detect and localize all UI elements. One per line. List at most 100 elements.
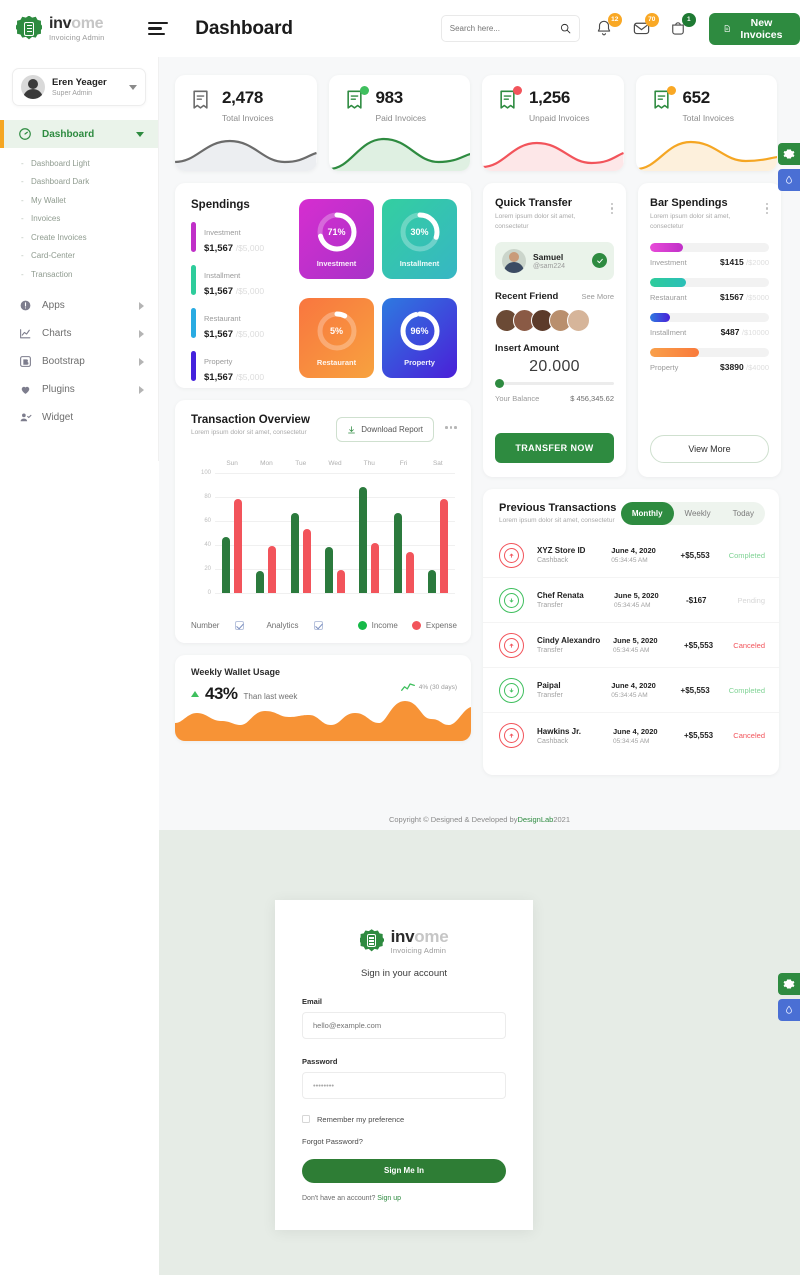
chart-bar-expense[interactable] [371, 542, 380, 593]
transaction-party: Chef Renata Transfer [537, 591, 614, 609]
chevron-right-icon[interactable] [139, 301, 144, 310]
quick-transfer-options-button[interactable] [610, 203, 613, 215]
progress-fill [650, 312, 671, 322]
tab-weekly[interactable]: Weekly [674, 502, 722, 525]
chevron-right-icon[interactable] [139, 385, 144, 394]
user-profile-card[interactable]: Eren Yeager Super Admin [12, 68, 146, 106]
selected-recipient[interactable]: Samuel @sam224 [495, 241, 614, 280]
remember-checkbox[interactable] [302, 1115, 310, 1123]
sign-up-link[interactable]: Sign up [377, 1195, 401, 1202]
donut-installment[interactable]: 30% Installment [382, 199, 457, 279]
table-row[interactable]: Hawkins Jr. Cashback June 4, 2020 05:34:45 … [483, 713, 779, 758]
stat-card-paid-invoices[interactable]: 983 Paid Invoices [328, 75, 470, 171]
search-icon[interactable] [560, 23, 571, 34]
chevron-down-icon[interactable] [136, 131, 144, 137]
transaction-type: Transfer [537, 692, 563, 699]
invoice-icon [191, 89, 211, 111]
sidebar-subitem-create-invoices[interactable]: - Create Invoices [0, 228, 158, 247]
stat-card-total-invoices-2[interactable]: 652 Total Invoices [635, 75, 777, 171]
email-field[interactable] [302, 1011, 506, 1039]
cart-button[interactable]: 1 [669, 12, 696, 40]
download-report-button[interactable]: Download Report [336, 417, 434, 442]
chart-bar-expense[interactable] [302, 529, 311, 593]
table-row[interactable]: Chef Renata Transfer June 5, 2020 05:34:45 … [483, 578, 779, 623]
amount-slider[interactable] [495, 378, 614, 388]
analytics-checkbox[interactable] [314, 621, 324, 630]
chart-bar-expense[interactable] [268, 546, 277, 593]
transfer-now-button[interactable]: TRANSFER NOW [495, 433, 614, 463]
view-more-button[interactable]: View More [650, 435, 769, 463]
sidebar-subitem-label: Invoices [31, 214, 61, 224]
password-field[interactable] [302, 1071, 506, 1099]
stat-card-total-invoices[interactable]: 2,478 Total Invoices [175, 75, 317, 171]
sidebar-item-apps[interactable]: Apps [0, 292, 158, 320]
chevron-right-icon[interactable] [139, 329, 144, 338]
theme-fab-button-2[interactable] [778, 999, 800, 1021]
sidebar-subitem-my-wallet[interactable]: - My Wallet [0, 191, 158, 210]
progress-track [650, 242, 769, 252]
donut-property[interactable]: 96% Property [382, 297, 457, 378]
number-checkbox[interactable] [235, 621, 245, 630]
chart-bar-income[interactable] [393, 512, 402, 593]
table-row[interactable]: Cindy Alexandro Transfer June 5, 2020 05:34… [483, 623, 779, 668]
stat-label: Total Invoices [222, 113, 274, 123]
more-options-button[interactable] [445, 426, 457, 429]
friend-avatar[interactable] [567, 308, 590, 332]
sidebar-item-plugins[interactable]: Plugins [0, 376, 158, 404]
sidebar-subitem-dashboard-dark[interactable]: - Dashboard Dark [0, 173, 158, 192]
tab-today[interactable]: Today [722, 502, 765, 525]
chart-bar-income[interactable] [427, 570, 436, 593]
slider-knob[interactable] [495, 378, 504, 388]
chart-bar-expense[interactable] [439, 499, 448, 593]
table-row[interactable]: Paipal Transfer June 4, 2020 05:34:45 AM +$5… [483, 668, 779, 713]
chart-bar-expense[interactable] [405, 552, 414, 593]
forgot-password-link[interactable]: Forgot Password? [302, 1137, 506, 1146]
bar-spending-value: $487 [720, 326, 740, 337]
bar-spendings-options-button[interactable] [765, 203, 768, 215]
chart-bar-income[interactable] [359, 487, 368, 593]
chart-bar-income[interactable] [222, 536, 231, 593]
sidebar-subitem-dashboard-light[interactable]: - Dashboard Light [0, 154, 158, 173]
table-row[interactable]: XYZ Store ID Cashback June 4, 2020 05:34:45… [483, 533, 779, 578]
new-invoices-button[interactable]: New Invoices [708, 12, 800, 45]
sidebar-subitem-transaction[interactable]: - Transaction [0, 265, 158, 284]
sidebar-item-widget[interactable]: Widget [0, 404, 158, 432]
settings-fab-button-2[interactable] [778, 973, 800, 995]
header-icons: 12 70 1 [595, 12, 696, 40]
chart-bar-income[interactable] [290, 512, 299, 593]
sidebar-item-bootstrap[interactable]: Bootstrap [0, 348, 158, 376]
status-badge: Completed [728, 685, 765, 695]
remember-row[interactable]: Remember my preference [302, 1115, 506, 1124]
search-box[interactable] [440, 15, 580, 42]
donut-restaurant[interactable]: 5% Restaurant [299, 297, 374, 378]
theme-fab-button[interactable] [778, 169, 800, 191]
search-input[interactable] [449, 24, 560, 33]
messages-button[interactable]: 70 [632, 12, 659, 40]
sidebar-subitem-invoices[interactable]: - Invoices [0, 210, 158, 229]
see-more-link[interactable]: See More [581, 292, 614, 301]
settings-fab-button[interactable] [778, 143, 800, 165]
transaction-name: Paipal [537, 681, 561, 690]
stat-card-unpaid-invoices[interactable]: 1,256 Unpaid Invoices [482, 75, 624, 171]
chart-bar-income[interactable] [256, 571, 265, 593]
invoice-unpaid-icon [498, 86, 522, 111]
sidebar-subitem-label: Dashboard Light [31, 158, 90, 168]
transfer-amount-value[interactable]: 20.000 [495, 358, 614, 376]
chart-bar-expense[interactable] [336, 570, 345, 593]
chart-bar-income[interactable] [324, 547, 333, 593]
sign-in-button[interactable]: Sign Me In [302, 1158, 506, 1183]
weekly-wallet-card: Weekly Wallet Usage 43% Than last week 4… [175, 655, 471, 741]
chevron-down-icon[interactable] [129, 84, 137, 90]
sidebar-subitem-card-center[interactable]: - Card-Center [0, 247, 158, 266]
footer-link[interactable]: DesignLab [517, 815, 553, 824]
app-logo[interactable]: invome Invoicing Admin [0, 0, 124, 57]
donut-investment[interactable]: 71% Investment [299, 199, 374, 279]
sidebar-item-charts[interactable]: Charts [0, 320, 158, 348]
notifications-badge: 12 [607, 12, 622, 27]
sidebar-item-dashboard[interactable]: Dashboard [0, 120, 158, 148]
tab-monthly[interactable]: Monthly [620, 502, 674, 525]
menu-toggle-button[interactable] [148, 21, 169, 36]
chevron-right-icon[interactable] [139, 357, 144, 366]
chart-bar-expense[interactable] [234, 499, 243, 593]
notifications-button[interactable]: 12 [595, 12, 622, 40]
